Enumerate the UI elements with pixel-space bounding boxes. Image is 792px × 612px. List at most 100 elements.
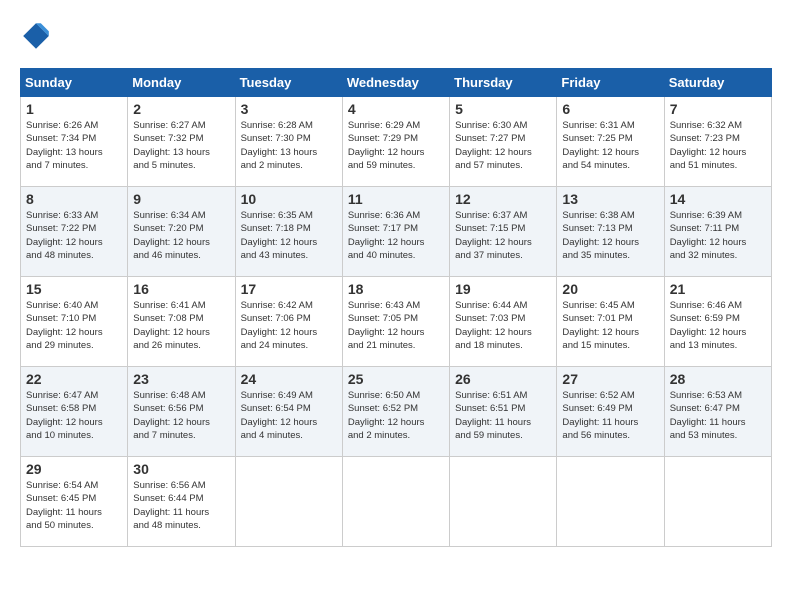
calendar-cell: 26Sunrise: 6:51 AM Sunset: 6:51 PM Dayli… <box>450 367 557 457</box>
calendar-header-row: SundayMondayTuesdayWednesdayThursdayFrid… <box>21 69 772 97</box>
calendar-cell <box>235 457 342 547</box>
day-info: Sunrise: 6:54 AM Sunset: 6:45 PM Dayligh… <box>26 479 122 532</box>
day-info: Sunrise: 6:41 AM Sunset: 7:08 PM Dayligh… <box>133 299 229 352</box>
col-header-friday: Friday <box>557 69 664 97</box>
day-info: Sunrise: 6:46 AM Sunset: 6:59 PM Dayligh… <box>670 299 766 352</box>
day-number: 5 <box>455 101 551 117</box>
day-info: Sunrise: 6:43 AM Sunset: 7:05 PM Dayligh… <box>348 299 444 352</box>
calendar-cell: 30Sunrise: 6:56 AM Sunset: 6:44 PM Dayli… <box>128 457 235 547</box>
day-number: 28 <box>670 371 766 387</box>
calendar-cell <box>557 457 664 547</box>
day-info: Sunrise: 6:51 AM Sunset: 6:51 PM Dayligh… <box>455 389 551 442</box>
day-number: 15 <box>26 281 122 297</box>
day-number: 9 <box>133 191 229 207</box>
day-info: Sunrise: 6:34 AM Sunset: 7:20 PM Dayligh… <box>133 209 229 262</box>
day-info: Sunrise: 6:49 AM Sunset: 6:54 PM Dayligh… <box>241 389 337 442</box>
calendar-table: SundayMondayTuesdayWednesdayThursdayFrid… <box>20 68 772 547</box>
day-number: 21 <box>670 281 766 297</box>
day-info: Sunrise: 6:30 AM Sunset: 7:27 PM Dayligh… <box>455 119 551 172</box>
calendar-cell: 14 Sunrise: 6:39 AM Sunset: 7:11 PM Dayli… <box>664 187 771 277</box>
day-info: Sunrise: 6:40 AM Sunset: 7:10 PM Dayligh… <box>26 299 122 352</box>
calendar-cell: 23 Sunrise: 6:48 AM Sunset: 6:56 PM Dayli… <box>128 367 235 457</box>
calendar-cell: 8 Sunrise: 6:33 AM Sunset: 7:22 PM Daylig… <box>21 187 128 277</box>
calendar-cell: 18 Sunrise: 6:43 AM Sunset: 7:05 PM Dayli… <box>342 277 449 367</box>
day-info: Sunrise: 6:29 AM Sunset: 7:29 PM Dayligh… <box>348 119 444 172</box>
day-number: 4 <box>348 101 444 117</box>
calendar-week-1: 1 Sunrise: 6:26 AM Sunset: 7:34 PM Daylig… <box>21 97 772 187</box>
calendar-cell: 22 Sunrise: 6:47 AM Sunset: 6:58 PM Dayli… <box>21 367 128 457</box>
col-header-tuesday: Tuesday <box>235 69 342 97</box>
day-number: 30 <box>133 461 229 477</box>
day-number: 23 <box>133 371 229 387</box>
day-info: Sunrise: 6:36 AM Sunset: 7:17 PM Dayligh… <box>348 209 444 262</box>
day-number: 18 <box>348 281 444 297</box>
day-number: 6 <box>562 101 658 117</box>
day-info: Sunrise: 6:28 AM Sunset: 7:30 PM Dayligh… <box>241 119 337 172</box>
col-header-wednesday: Wednesday <box>342 69 449 97</box>
calendar-cell: 2Sunrise: 6:27 AM Sunset: 7:32 PM Daylig… <box>128 97 235 187</box>
day-info: Sunrise: 6:53 AM Sunset: 6:47 PM Dayligh… <box>670 389 766 442</box>
day-number: 22 <box>26 371 122 387</box>
calendar-cell: 12 Sunrise: 6:37 AM Sunset: 7:15 PM Dayli… <box>450 187 557 277</box>
calendar-cell: 29 Sunrise: 6:54 AM Sunset: 6:45 PM Dayli… <box>21 457 128 547</box>
calendar-cell: 19 Sunrise: 6:44 AM Sunset: 7:03 PM Dayli… <box>450 277 557 367</box>
calendar-cell: 5 Sunrise: 6:30 AM Sunset: 7:27 PM Daylig… <box>450 97 557 187</box>
calendar-cell <box>450 457 557 547</box>
calendar-week-5: 29 Sunrise: 6:54 AM Sunset: 6:45 PM Dayli… <box>21 457 772 547</box>
calendar-cell: 7Sunrise: 6:32 AM Sunset: 7:23 PM Daylig… <box>664 97 771 187</box>
day-number: 20 <box>562 281 658 297</box>
calendar-cell: 25Sunrise: 6:50 AM Sunset: 6:52 PM Dayli… <box>342 367 449 457</box>
day-info: Sunrise: 6:35 AM Sunset: 7:18 PM Dayligh… <box>241 209 337 262</box>
calendar-cell: 28 Sunrise: 6:53 AM Sunset: 6:47 PM Dayli… <box>664 367 771 457</box>
day-info: Sunrise: 6:52 AM Sunset: 6:49 PM Dayligh… <box>562 389 658 442</box>
calendar-cell: 4 Sunrise: 6:29 AM Sunset: 7:29 PM Daylig… <box>342 97 449 187</box>
col-header-monday: Monday <box>128 69 235 97</box>
calendar-cell: 9 Sunrise: 6:34 AM Sunset: 7:20 PM Daylig… <box>128 187 235 277</box>
day-number: 10 <box>241 191 337 207</box>
day-number: 8 <box>26 191 122 207</box>
logo <box>20 20 56 52</box>
day-info: Sunrise: 6:39 AM Sunset: 7:11 PM Dayligh… <box>670 209 766 262</box>
day-info: Sunrise: 6:47 AM Sunset: 6:58 PM Dayligh… <box>26 389 122 442</box>
day-info: Sunrise: 6:37 AM Sunset: 7:15 PM Dayligh… <box>455 209 551 262</box>
day-info: Sunrise: 6:33 AM Sunset: 7:22 PM Dayligh… <box>26 209 122 262</box>
day-info: Sunrise: 6:44 AM Sunset: 7:03 PM Dayligh… <box>455 299 551 352</box>
calendar-cell: 10 Sunrise: 6:35 AM Sunset: 7:18 PM Dayli… <box>235 187 342 277</box>
day-number: 1 <box>26 101 122 117</box>
calendar-week-4: 22 Sunrise: 6:47 AM Sunset: 6:58 PM Dayli… <box>21 367 772 457</box>
calendar-cell: 15 Sunrise: 6:40 AM Sunset: 7:10 PM Dayli… <box>21 277 128 367</box>
day-number: 7 <box>670 101 766 117</box>
day-info: Sunrise: 6:48 AM Sunset: 6:56 PM Dayligh… <box>133 389 229 442</box>
day-info: Sunrise: 6:42 AM Sunset: 7:06 PM Dayligh… <box>241 299 337 352</box>
day-number: 29 <box>26 461 122 477</box>
day-info: Sunrise: 6:45 AM Sunset: 7:01 PM Dayligh… <box>562 299 658 352</box>
calendar-cell: 20 Sunrise: 6:45 AM Sunset: 7:01 PM Dayli… <box>557 277 664 367</box>
day-number: 27 <box>562 371 658 387</box>
day-number: 12 <box>455 191 551 207</box>
calendar-cell: 13 Sunrise: 6:38 AM Sunset: 7:13 PM Dayli… <box>557 187 664 277</box>
day-number: 16 <box>133 281 229 297</box>
col-header-sunday: Sunday <box>21 69 128 97</box>
day-info: Sunrise: 6:38 AM Sunset: 7:13 PM Dayligh… <box>562 209 658 262</box>
day-number: 11 <box>348 191 444 207</box>
day-info: Sunrise: 6:26 AM Sunset: 7:34 PM Dayligh… <box>26 119 122 172</box>
calendar-cell: 17Sunrise: 6:42 AM Sunset: 7:06 PM Dayli… <box>235 277 342 367</box>
calendar-week-3: 15 Sunrise: 6:40 AM Sunset: 7:10 PM Dayli… <box>21 277 772 367</box>
day-number: 24 <box>241 371 337 387</box>
calendar-cell: 1 Sunrise: 6:26 AM Sunset: 7:34 PM Daylig… <box>21 97 128 187</box>
calendar-cell: 3Sunrise: 6:28 AM Sunset: 7:30 PM Daylig… <box>235 97 342 187</box>
day-info: Sunrise: 6:50 AM Sunset: 6:52 PM Dayligh… <box>348 389 444 442</box>
day-number: 13 <box>562 191 658 207</box>
calendar-cell: 24 Sunrise: 6:49 AM Sunset: 6:54 PM Dayli… <box>235 367 342 457</box>
calendar-cell: 11 Sunrise: 6:36 AM Sunset: 7:17 PM Dayli… <box>342 187 449 277</box>
calendar-cell: 16 Sunrise: 6:41 AM Sunset: 7:08 PM Dayli… <box>128 277 235 367</box>
calendar-cell <box>342 457 449 547</box>
calendar-cell <box>664 457 771 547</box>
day-number: 14 <box>670 191 766 207</box>
day-number: 19 <box>455 281 551 297</box>
day-info: Sunrise: 6:31 AM Sunset: 7:25 PM Dayligh… <box>562 119 658 172</box>
calendar-cell: 27 Sunrise: 6:52 AM Sunset: 6:49 PM Dayli… <box>557 367 664 457</box>
calendar-cell: 6 Sunrise: 6:31 AM Sunset: 7:25 PM Daylig… <box>557 97 664 187</box>
logo-icon <box>20 20 52 52</box>
page-header <box>20 20 772 52</box>
